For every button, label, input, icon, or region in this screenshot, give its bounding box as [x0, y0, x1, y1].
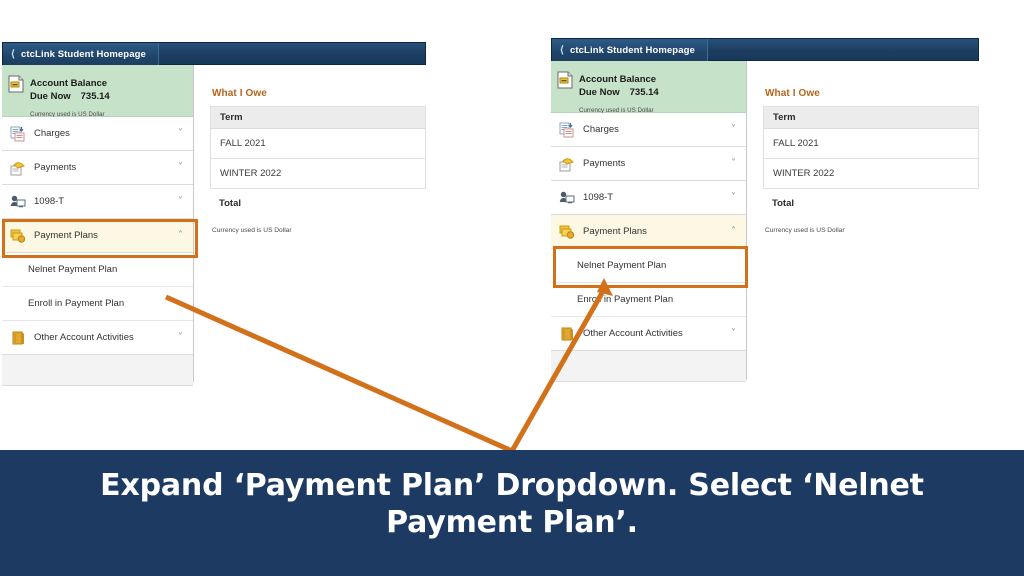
column-header-term: Term — [773, 112, 796, 123]
chevron-down-icon: ˅ — [731, 327, 736, 339]
table-header-row: Term — [211, 107, 425, 129]
table-row[interactable]: FALL 2021 — [211, 129, 425, 159]
account-balance-title: Account Balance — [30, 78, 108, 89]
pane-currency-note: Currency used is US Dollar — [765, 227, 845, 234]
caption-text: Expand ‘Payment Plan’ Dropdown. Select ‘… — [100, 467, 924, 541]
pane-title: What I Owe — [212, 88, 267, 99]
table-row[interactable]: FALL 2021 — [764, 129, 978, 159]
chevron-down-icon: ˅ — [178, 195, 183, 207]
app-header-bar: ⟨ ctcLink Student Homepage — [551, 38, 979, 62]
sidebar-item-payment-plans[interactable]: Payment Plans ˄ — [2, 219, 193, 253]
account-nav-column: Account Balance Due Now 735.14 Currency … — [551, 61, 747, 382]
chevron-left-icon: ⟨ — [11, 48, 16, 60]
what-i-owe-pane: What I Owe Term FALL 2021 WINTER 2022 To… — [763, 88, 979, 318]
sidebar-filler — [2, 355, 193, 386]
sidebar-subitem-nelnet-payment-plan[interactable]: Nelnet Payment Plan — [551, 249, 746, 283]
what-i-owe-table: Term FALL 2021 WINTER 2022 — [763, 106, 979, 189]
payment-plans-icon — [559, 224, 575, 240]
table-row[interactable]: WINTER 2022 — [764, 159, 978, 189]
account-balance-text: Account Balance Due Now 735.14 Currency … — [579, 69, 659, 117]
chevron-down-icon: ˅ — [731, 157, 736, 169]
other-activities-icon — [10, 330, 26, 346]
sidebar-subitem-nelnet-payment-plan[interactable]: Nelnet Payment Plan — [2, 253, 193, 287]
sidebar-subitem-enroll-in-payment-plan[interactable]: Enroll in Payment Plan — [2, 287, 193, 321]
payment-plans-icon — [10, 228, 26, 244]
sidebar-subitem-nelnet-payment-plan-label: Nelnet Payment Plan — [577, 260, 667, 271]
sidebar-subitem-enroll-in-payment-plan-label: Enroll in Payment Plan — [577, 294, 674, 305]
chevron-down-icon: ˅ — [731, 123, 736, 135]
cell-term: FALL 2021 — [773, 138, 819, 149]
pane-title: What I Owe — [765, 88, 820, 99]
account-balance-tile[interactable]: Account Balance Due Now 735.14 Currency … — [551, 61, 746, 114]
table-row[interactable]: WINTER 2022 — [211, 159, 425, 189]
what-i-owe-table: Term FALL 2021 WINTER 2022 — [210, 106, 426, 189]
account-balance-icon — [557, 71, 573, 94]
account-balance-text: Account Balance Due Now 735.14 Currency … — [30, 73, 110, 121]
sidebar-item-other-account-activities[interactable]: Other Account Activities ˅ — [551, 317, 746, 351]
sidebar-item-charges-label: Charges — [583, 124, 619, 135]
sidebar-item-payment-plans[interactable]: Payment Plans ˄ — [551, 215, 746, 249]
total-label: Total — [772, 198, 794, 209]
sidebar-item-payments[interactable]: Payments ˅ — [551, 147, 746, 181]
sidebar-item-other-account-activities-label: Other Account Activities — [583, 328, 683, 339]
1098t-icon — [10, 194, 26, 210]
sidebar-item-other-account-activities[interactable]: Other Account Activities ˅ — [2, 321, 193, 355]
account-balance-title: Account Balance — [579, 74, 657, 85]
chevron-up-icon: ˄ — [178, 229, 183, 241]
pane-currency-note: Currency used is US Dollar — [212, 227, 292, 234]
chevron-down-icon: ˅ — [178, 161, 183, 173]
sidebar-item-payment-plans-label: Payment Plans — [34, 230, 98, 241]
sidebar-subitem-nelnet-payment-plan-label: Nelnet Payment Plan — [28, 264, 118, 275]
chevron-down-icon: ˅ — [178, 127, 183, 139]
due-now-amount: 735.14 — [629, 87, 659, 98]
chevron-down-icon: ˅ — [178, 331, 183, 343]
sidebar-item-payments[interactable]: Payments ˅ — [2, 151, 193, 185]
sidebar-item-charges-label: Charges — [34, 128, 70, 139]
account-nav-column: Account Balance Due Now 735.14 Currency … — [2, 65, 194, 386]
back-button-label: ctcLink Student Homepage — [21, 49, 146, 60]
chevron-left-icon: ⟨ — [560, 44, 565, 56]
sidebar-subitem-enroll-in-payment-plan-label: Enroll in Payment Plan — [28, 298, 125, 309]
cell-term: WINTER 2022 — [220, 168, 282, 179]
sidebar-item-charges[interactable]: Charges ˅ — [2, 117, 193, 151]
payments-icon — [10, 160, 26, 176]
column-header-term: Term — [220, 112, 243, 123]
sidebar-item-charges[interactable]: Charges ˅ — [551, 113, 746, 147]
chevron-down-icon: ˅ — [731, 191, 736, 203]
account-balance-tile[interactable]: Account Balance Due Now 735.14 Currency … — [2, 65, 193, 118]
back-button-label: ctcLink Student Homepage — [570, 45, 695, 56]
sidebar-item-payments-label: Payments — [583, 158, 626, 169]
sidebar-item-payment-plans-label: Payment Plans — [583, 226, 647, 237]
table-header-row: Term — [764, 107, 978, 129]
cell-term: WINTER 2022 — [773, 168, 835, 179]
sidebar-item-1098t[interactable]: 1098-T ˅ — [2, 185, 193, 219]
screenshot-left: ⟨ ctcLink Student Homepage Account Balan… — [2, 42, 426, 386]
back-to-homepage-button[interactable]: ⟨ ctcLink Student Homepage — [3, 43, 159, 66]
account-balance-icon — [8, 75, 24, 98]
sidebar-filler — [551, 351, 746, 382]
due-now-amount: 735.14 — [80, 91, 110, 102]
sidebar-item-1098t[interactable]: 1098-T ˅ — [551, 181, 746, 215]
app-header-bar: ⟨ ctcLink Student Homepage — [2, 42, 426, 66]
1098t-icon — [559, 190, 575, 206]
sidebar-item-1098t-label: 1098-T — [34, 196, 65, 207]
other-activities-icon — [559, 326, 575, 342]
total-label: Total — [219, 198, 241, 209]
charges-icon — [10, 126, 26, 142]
payments-icon — [559, 156, 575, 172]
what-i-owe-pane: What I Owe Term FALL 2021 WINTER 2022 To… — [210, 88, 426, 318]
charges-icon — [559, 122, 575, 138]
caption-banner: Expand ‘Payment Plan’ Dropdown. Select ‘… — [0, 450, 1024, 576]
cell-term: FALL 2021 — [220, 138, 266, 149]
due-now-label: Due Now — [30, 91, 71, 102]
back-to-homepage-button[interactable]: ⟨ ctcLink Student Homepage — [552, 39, 708, 62]
sidebar-item-other-account-activities-label: Other Account Activities — [34, 332, 134, 343]
chevron-up-icon: ˄ — [731, 225, 736, 237]
sidebar-item-1098t-label: 1098-T — [583, 192, 614, 203]
screenshot-right: ⟨ ctcLink Student Homepage Account Balan… — [551, 38, 979, 382]
sidebar-item-payments-label: Payments — [34, 162, 77, 173]
slide-stage: ⟨ ctcLink Student Homepage Account Balan… — [0, 0, 1024, 576]
due-now-label: Due Now — [579, 87, 620, 98]
sidebar-subitem-enroll-in-payment-plan[interactable]: Enroll in Payment Plan — [551, 283, 746, 317]
